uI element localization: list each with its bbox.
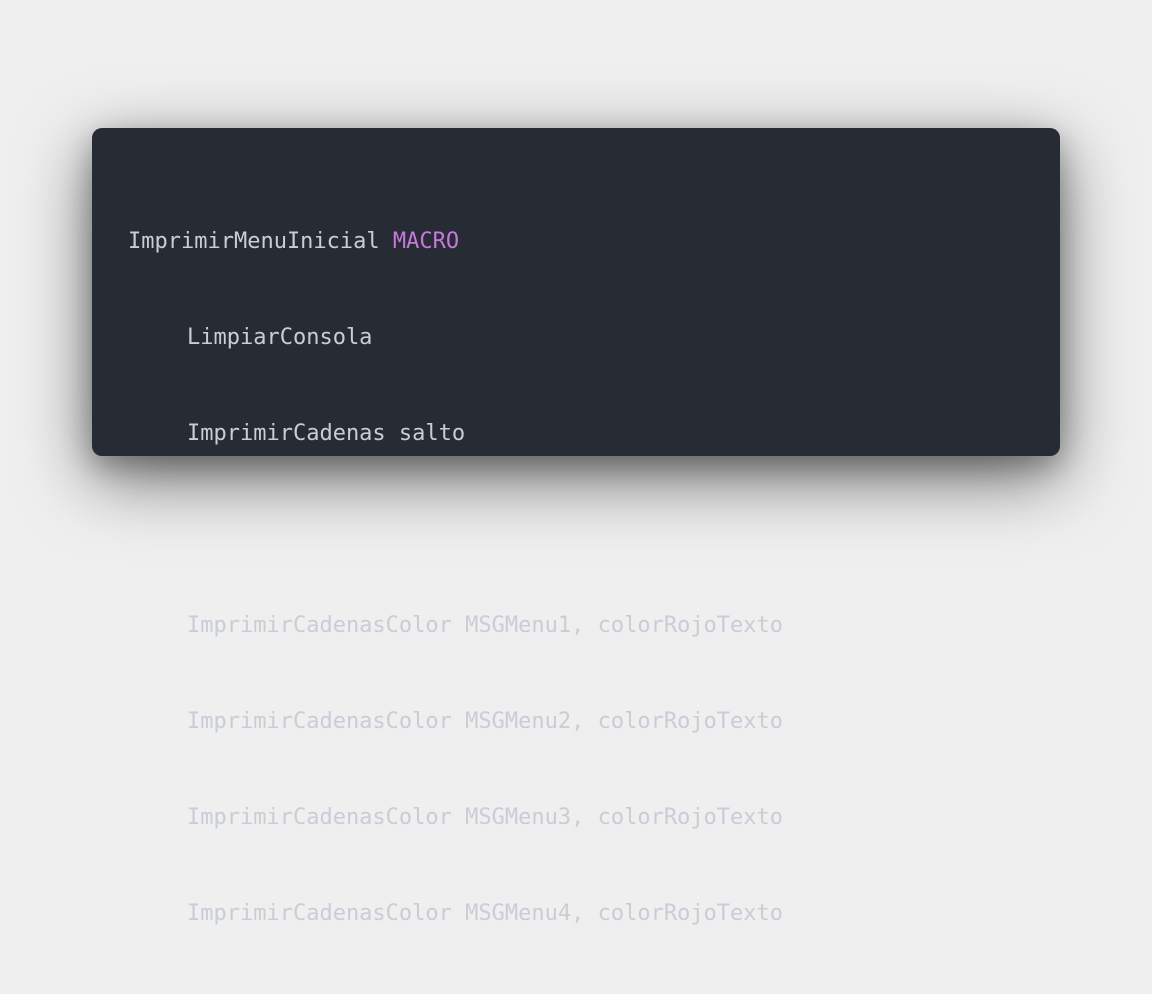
code-line-3: ImprimirCadenas salto — [187, 421, 466, 446]
code-line-8: ImprimirCadenasColor MSGMenu4, colorRojo… — [187, 901, 784, 926]
code-line-7: ImprimirCadenasColor MSGMenu3, colorRojo… — [187, 805, 784, 830]
code-block: ImprimirMenuInicial MACRO LimpiarConsola… — [128, 162, 1024, 994]
macro-keyword: MACRO — [392, 229, 460, 254]
code-window: ImprimirMenuInicial MACRO LimpiarConsola… — [92, 128, 1060, 926]
code-line-6: ImprimirCadenasColor MSGMenu2, colorRojo… — [187, 709, 784, 734]
code-line-2: LimpiarConsola — [187, 325, 373, 350]
macro-name: ImprimirMenuInicial — [128, 229, 380, 254]
code-line-1: ImprimirMenuInicial MACRO — [128, 226, 1024, 258]
code-line-5: ImprimirCadenasColor MSGMenu1, colorRojo… — [187, 613, 784, 638]
